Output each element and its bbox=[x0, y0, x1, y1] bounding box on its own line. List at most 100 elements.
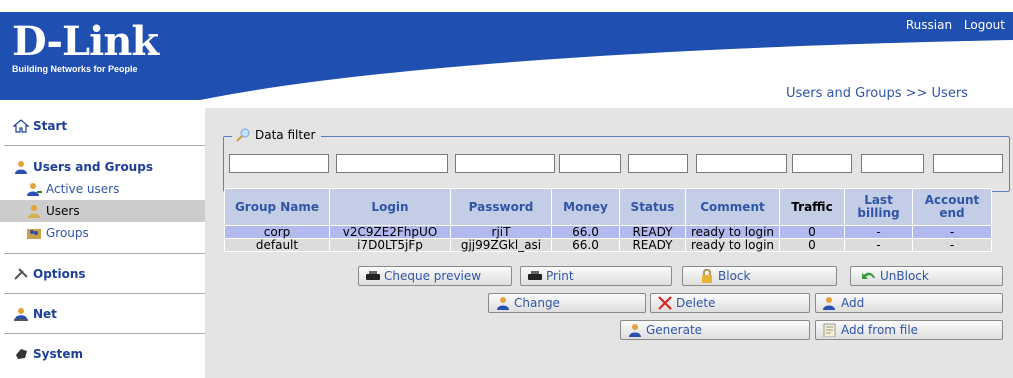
cell-password: rjiT bbox=[451, 226, 551, 238]
cell-account-end: - bbox=[913, 226, 991, 238]
language-link[interactable]: Russian bbox=[906, 18, 952, 32]
file-icon bbox=[823, 323, 836, 337]
sidebar-item-label: Groups bbox=[46, 226, 89, 240]
user-icon bbox=[28, 205, 40, 218]
filter-login[interactable] bbox=[336, 154, 448, 173]
groups-icon bbox=[27, 229, 41, 239]
cell-status: READY bbox=[620, 239, 685, 251]
data-filter-legend: Data filter bbox=[232, 128, 322, 142]
generate-label: Generate bbox=[646, 323, 703, 337]
users-table: Group Name Login Password Money Status C… bbox=[224, 188, 992, 252]
column-header-comment[interactable]: Comment bbox=[686, 189, 779, 225]
cell-group-name: corp bbox=[225, 226, 329, 238]
sidebar-section-net[interactable]: Net bbox=[0, 304, 205, 324]
change-label: Change bbox=[514, 296, 560, 310]
network-user-icon bbox=[14, 308, 28, 321]
sidebar-section-label: Start bbox=[33, 119, 68, 133]
block-button[interactable]: Block bbox=[682, 266, 837, 286]
cell-account-end: - bbox=[913, 239, 991, 251]
magnifier-icon bbox=[236, 128, 250, 142]
generate-user-icon bbox=[629, 324, 641, 337]
column-header-money[interactable]: Money bbox=[552, 189, 619, 225]
change-button[interactable]: Change bbox=[488, 293, 646, 313]
delete-x-icon bbox=[658, 296, 672, 310]
print-button[interactable]: Print bbox=[520, 266, 672, 286]
printer-icon bbox=[366, 271, 380, 280]
generate-button[interactable]: Generate bbox=[620, 320, 810, 340]
add-label: Add bbox=[841, 296, 865, 310]
top-menu: Russian Logout bbox=[898, 18, 1005, 32]
cell-login: i7D0LT5jFp bbox=[330, 239, 450, 251]
delete-button[interactable]: Delete bbox=[650, 293, 810, 313]
sidebar-section-label: System bbox=[33, 347, 83, 361]
filter-account-end[interactable] bbox=[933, 154, 1003, 173]
cell-comment: ready to login bbox=[686, 239, 779, 251]
add-from-file-button[interactable]: Add from file bbox=[815, 320, 1003, 340]
table-row[interactable]: default i7D0LT5jFp gjj99ZGkl_asi 66.0 RE… bbox=[225, 239, 991, 251]
logout-link[interactable]: Logout bbox=[964, 18, 1005, 32]
main-content: Data filter Group Name Login Password Mo… bbox=[205, 108, 1013, 378]
sidebar-section-options[interactable]: Options bbox=[0, 264, 205, 284]
column-header-account-end[interactable]: Account end bbox=[913, 189, 991, 225]
table-row[interactable]: corp v2C9ZE2FhpUO rjiT 66.0 READY ready … bbox=[225, 226, 991, 238]
breadcrumb: Users and Groups >> Users bbox=[786, 86, 968, 100]
printer-icon bbox=[528, 271, 542, 280]
block-label: Block bbox=[718, 269, 751, 283]
unblock-arrow-icon bbox=[862, 272, 875, 279]
cheque-preview-label: Cheque preview bbox=[384, 269, 482, 283]
add-button[interactable]: Add bbox=[815, 293, 1003, 313]
filter-last-billing[interactable] bbox=[861, 154, 924, 173]
sidebar-section-start[interactable]: Start bbox=[0, 116, 205, 136]
system-icon bbox=[16, 349, 27, 359]
sidebar-section-system[interactable]: System bbox=[0, 344, 205, 364]
sidebar-item-label: Active users bbox=[46, 182, 120, 196]
cell-last-billing: - bbox=[845, 226, 912, 238]
home-icon bbox=[13, 119, 29, 133]
column-header-traffic: Traffic bbox=[780, 189, 844, 225]
cheque-preview-button[interactable]: Cheque preview bbox=[358, 266, 512, 286]
data-filter-label: Data filter bbox=[255, 128, 316, 142]
sidebar-section-users-groups[interactable]: Users and Groups bbox=[0, 157, 205, 177]
filter-traffic[interactable] bbox=[792, 154, 852, 173]
sidebar-item-label: Users bbox=[46, 204, 80, 218]
filter-comment[interactable] bbox=[696, 154, 787, 173]
filter-group-name[interactable] bbox=[229, 154, 329, 173]
user-icon bbox=[15, 161, 27, 174]
sidebar-item-active-users[interactable]: Active users bbox=[0, 178, 205, 200]
logo-tagline: Building Networks for People bbox=[12, 64, 138, 74]
cell-group-name: default bbox=[225, 239, 329, 251]
sidebar-divider bbox=[4, 293, 205, 294]
column-header-status[interactable]: Status bbox=[620, 189, 685, 225]
table-header-row: Group Name Login Password Money Status C… bbox=[225, 189, 991, 225]
sidebar-section-label: Net bbox=[33, 307, 57, 321]
sidebar-section-label: Users and Groups bbox=[33, 160, 153, 174]
sidebar: Start Users and Groups Active users User… bbox=[0, 108, 205, 378]
filter-status[interactable] bbox=[628, 154, 688, 173]
sidebar-divider bbox=[4, 253, 205, 254]
filter-money[interactable] bbox=[559, 154, 621, 173]
cell-password: gjj99ZGkl_asi bbox=[451, 239, 551, 251]
logo-text: D-Link bbox=[12, 18, 159, 65]
filter-password[interactable] bbox=[455, 154, 555, 173]
active-user-icon bbox=[27, 183, 42, 196]
cell-traffic: 0 bbox=[780, 239, 844, 251]
cell-last-billing: - bbox=[845, 239, 912, 251]
cell-money: 66.0 bbox=[552, 226, 619, 238]
column-header-last-billing[interactable]: Last billing bbox=[845, 189, 912, 225]
sidebar-item-users[interactable]: Users bbox=[0, 200, 205, 222]
unblock-button[interactable]: UnBlock bbox=[850, 266, 1003, 286]
cell-login: v2C9ZE2FhpUO bbox=[330, 226, 450, 238]
unblock-label: UnBlock bbox=[880, 269, 929, 283]
header: D-Link Building Networks for People Russ… bbox=[0, 0, 1013, 100]
column-header-group-name[interactable]: Group Name bbox=[225, 189, 329, 225]
column-header-password[interactable]: Password bbox=[451, 189, 551, 225]
cell-comment: ready to login bbox=[686, 226, 779, 238]
column-header-login[interactable]: Login bbox=[330, 189, 450, 225]
cell-money: 66.0 bbox=[552, 239, 619, 251]
sidebar-item-groups[interactable]: Groups bbox=[0, 222, 205, 244]
add-from-file-label: Add from file bbox=[841, 323, 919, 337]
sidebar-section-label: Options bbox=[33, 267, 86, 281]
cell-traffic: 0 bbox=[780, 226, 844, 238]
add-user-icon bbox=[823, 297, 835, 310]
user-icon bbox=[497, 297, 509, 310]
